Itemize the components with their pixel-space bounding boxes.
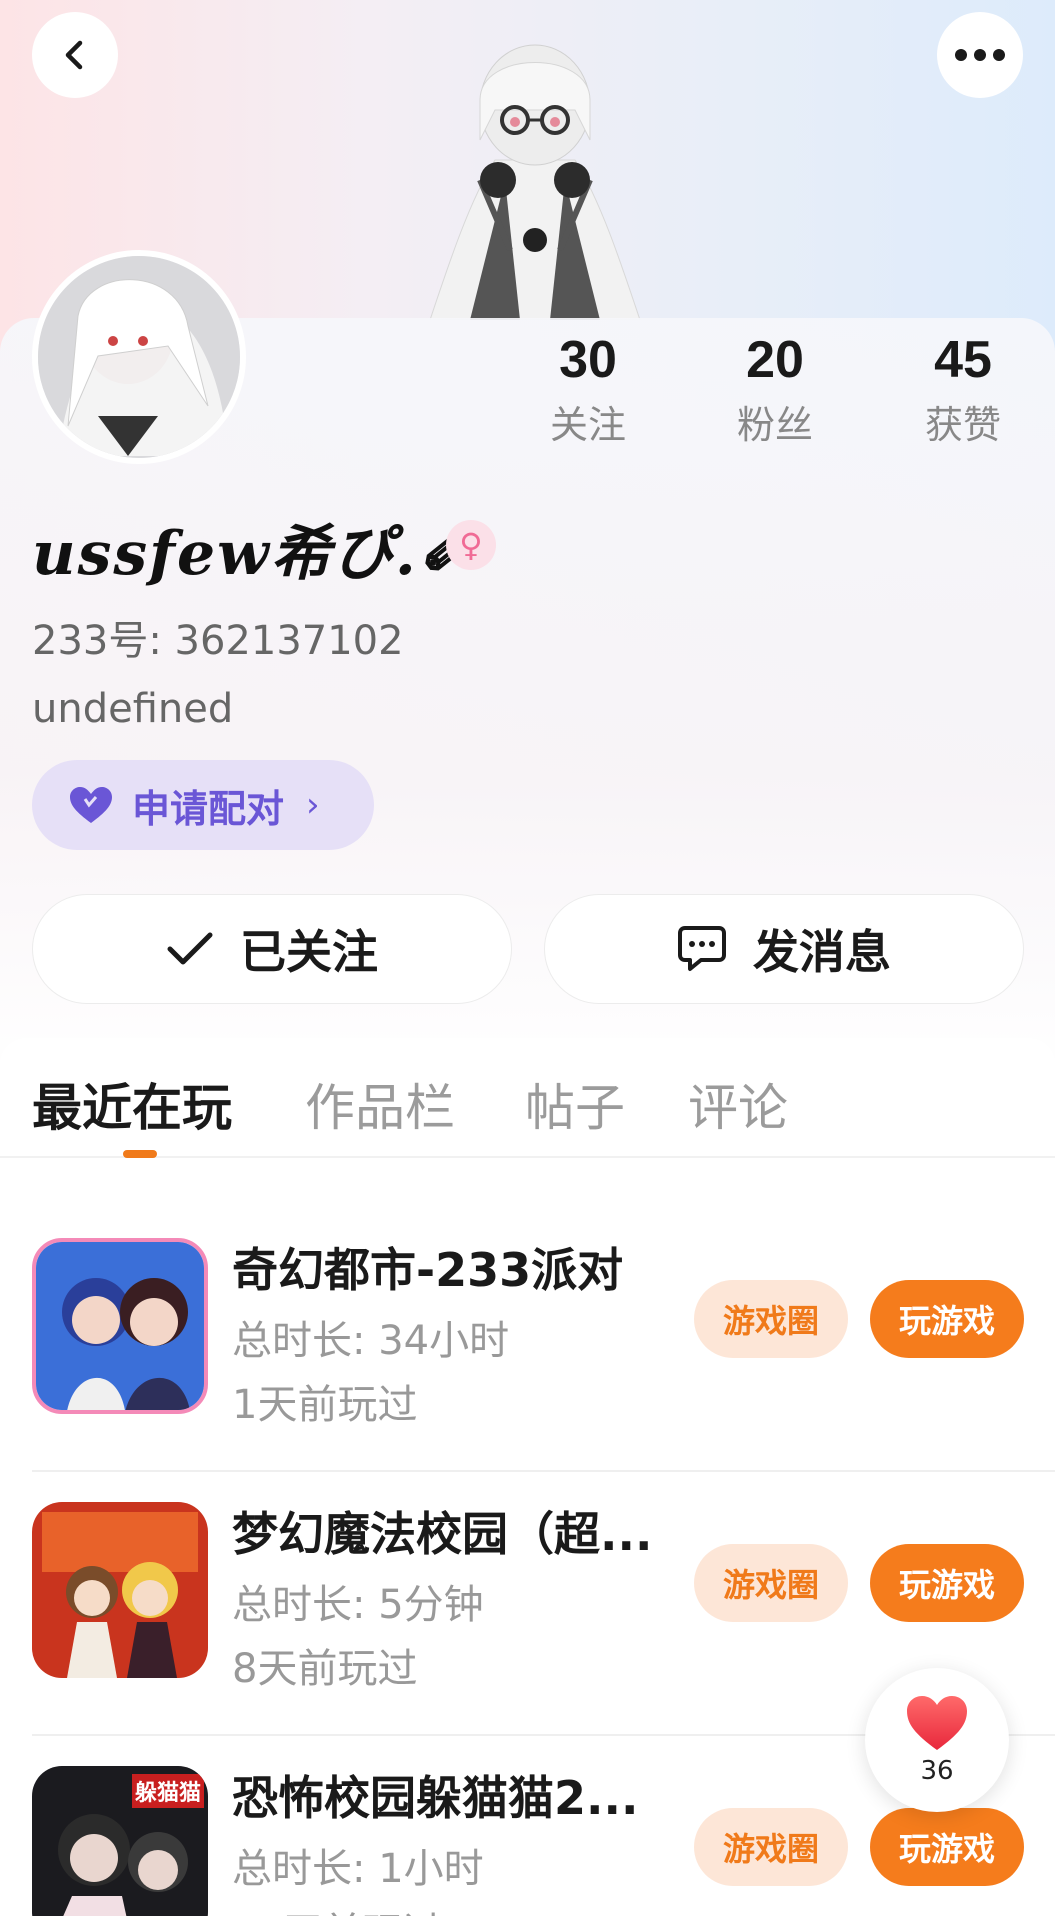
more-button[interactable] bbox=[937, 12, 1023, 98]
active-tab-indicator bbox=[123, 1150, 157, 1158]
tab-posts[interactable]: 帖子 bbox=[525, 1068, 625, 1140]
game-playtime: 总时长: 34小时 bbox=[232, 1318, 510, 1364]
game-last-played: 8天前玩过 bbox=[232, 1646, 418, 1692]
username: ussfew希ぴ.✐ bbox=[32, 519, 470, 589]
game-icon[interactable] bbox=[32, 1502, 208, 1678]
game-title: 梦幻魔法校园（超... bbox=[232, 1507, 653, 1561]
chat-bubble-icon bbox=[677, 925, 727, 973]
chevron-right-icon: › bbox=[306, 785, 320, 825]
more-dots-icon bbox=[955, 49, 1005, 61]
play-game-button[interactable]: 玩游戏 bbox=[870, 1808, 1024, 1886]
send-message-label: 发消息 bbox=[753, 925, 891, 979]
game-icon[interactable] bbox=[32, 1238, 208, 1414]
tab-comments[interactable]: 评论 bbox=[688, 1068, 788, 1140]
like-floating-button[interactable]: 36 bbox=[865, 1668, 1009, 1812]
stat-label: 粉丝 bbox=[736, 403, 813, 447]
stat-value: 45 bbox=[934, 331, 992, 389]
avatar-figure-image bbox=[410, 30, 660, 321]
profile-page: 30 关注 20 粉丝 45 获赞 ussfew希ぴ.✐ ♀ 233号: 362… bbox=[0, 0, 1055, 1916]
heart-icon bbox=[68, 785, 114, 825]
heart-icon bbox=[907, 1696, 967, 1750]
stat-likes[interactable]: 45 获赞 bbox=[888, 330, 1038, 448]
play-game-button[interactable]: 玩游戏 bbox=[870, 1280, 1024, 1358]
female-icon: ♀ bbox=[446, 520, 496, 570]
stat-following[interactable]: 30 关注 bbox=[513, 330, 663, 448]
apply-match-label: 申请配对 bbox=[132, 786, 285, 831]
game-title: 奇幻都市-233派对 bbox=[232, 1243, 624, 1297]
game-icon-text: 躲猫猫 bbox=[135, 1780, 201, 1806]
game-circle-button[interactable]: 游戏圈 bbox=[694, 1280, 848, 1358]
game-last-played: 1天前玩过 bbox=[232, 1382, 418, 1428]
game-circle-button[interactable]: 游戏圈 bbox=[694, 1808, 848, 1886]
stat-value: 20 bbox=[746, 331, 804, 389]
play-game-button[interactable]: 玩游戏 bbox=[870, 1544, 1024, 1622]
game-last-played: 17天前玩过 bbox=[232, 1900, 443, 1916]
stat-value: 30 bbox=[559, 331, 617, 389]
game-playtime: 总时长: 1小时 bbox=[232, 1846, 484, 1892]
game-circle-button[interactable]: 游戏圈 bbox=[694, 1544, 848, 1622]
check-icon bbox=[166, 929, 214, 969]
stats-row: 30 关注 20 粉丝 45 获赞 bbox=[0, 330, 1055, 470]
followed-label: 已关注 bbox=[240, 925, 378, 979]
stat-label: 获赞 bbox=[924, 403, 1001, 447]
tab-works[interactable]: 作品栏 bbox=[305, 1068, 455, 1140]
apply-match-button[interactable]: 申请配对 › bbox=[32, 760, 374, 850]
stat-label: 关注 bbox=[549, 403, 626, 447]
bio: undefined bbox=[32, 686, 234, 732]
send-message-button[interactable]: 发消息 bbox=[544, 894, 1024, 1004]
followed-button[interactable]: 已关注 bbox=[32, 894, 512, 1004]
chevron-left-icon bbox=[65, 40, 83, 70]
game-title: 恐怖校园躲猫猫2... bbox=[232, 1771, 639, 1825]
game-list-item[interactable]: 奇幻都市-233派对 总时长: 34小时 1天前玩过 游戏圈 玩游戏 bbox=[0, 1208, 1055, 1472]
game-icon[interactable]: 躲猫猫 bbox=[32, 1766, 208, 1916]
stat-followers[interactable]: 20 粉丝 bbox=[700, 330, 850, 448]
back-button[interactable] bbox=[32, 12, 118, 98]
tab-recently-played[interactable]: 最近在玩 bbox=[32, 1068, 232, 1140]
user-id: 233号: 362137102 bbox=[32, 618, 404, 664]
game-playtime: 总时长: 5分钟 bbox=[232, 1582, 484, 1628]
tab-bar: 最近在玩 作品栏 帖子 评论 bbox=[0, 1038, 1055, 1158]
like-count: 36 bbox=[920, 1756, 954, 1786]
